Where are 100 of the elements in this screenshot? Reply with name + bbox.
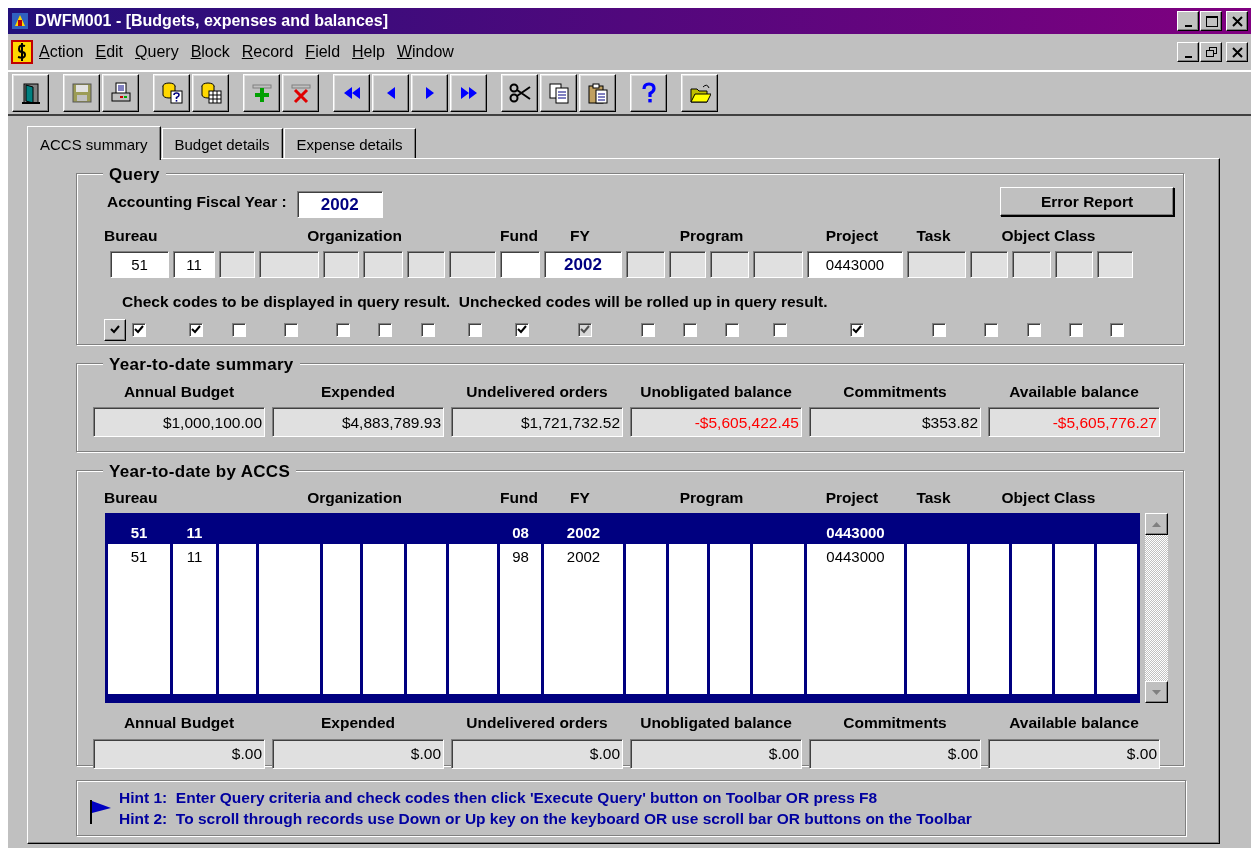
next-record-button[interactable] bbox=[411, 74, 448, 112]
field-label: Available balance bbox=[1009, 383, 1139, 400]
error-report-button[interactable]: Error Report bbox=[1000, 186, 1174, 217]
checkmark-icon bbox=[134, 325, 144, 334]
checkbox[interactable] bbox=[378, 322, 392, 337]
checkbox[interactable] bbox=[1026, 322, 1041, 337]
menu-item[interactable]: Record bbox=[235, 38, 300, 66]
previous-record-button[interactable] bbox=[372, 74, 409, 112]
checkbox[interactable] bbox=[515, 322, 529, 337]
checkbox[interactable] bbox=[132, 322, 146, 337]
enter-query-button[interactable] bbox=[153, 74, 190, 112]
restore-icon bbox=[1203, 45, 1219, 59]
menu-item[interactable]: Field bbox=[299, 38, 347, 66]
column-header: Program bbox=[679, 489, 744, 506]
checkbox[interactable] bbox=[284, 322, 298, 337]
input-field[interactable]: 2002 bbox=[544, 251, 622, 279]
value-field: $353.82 bbox=[809, 407, 981, 438]
menu-item[interactable]: Block bbox=[184, 38, 236, 66]
table-cell-text: 2002 bbox=[565, 523, 602, 544]
column-header: Task bbox=[916, 489, 951, 506]
maximize-button[interactable] bbox=[1200, 11, 1222, 31]
value-field: $.00 bbox=[988, 738, 1160, 769]
flag-icon bbox=[89, 798, 113, 824]
insert-record-button[interactable] bbox=[243, 74, 280, 112]
open-button[interactable] bbox=[681, 74, 718, 112]
checkbox[interactable] bbox=[336, 322, 350, 337]
checkbox[interactable] bbox=[850, 322, 864, 337]
print-button[interactable] bbox=[102, 74, 139, 112]
value-field: $.00 bbox=[451, 738, 623, 769]
checkbox[interactable] bbox=[773, 322, 787, 337]
checkbox[interactable] bbox=[1069, 322, 1083, 337]
checkbox[interactable] bbox=[1110, 322, 1124, 337]
input-field[interactable]: 11 bbox=[173, 251, 215, 279]
help-button[interactable] bbox=[630, 74, 667, 112]
plus-icon bbox=[250, 82, 273, 104]
menu-item[interactable]: Help bbox=[346, 38, 391, 66]
menu-item[interactable]: Edit bbox=[89, 38, 130, 66]
checkmark-icon bbox=[191, 325, 201, 334]
table-cell-text: 08 bbox=[511, 523, 530, 544]
restore-button[interactable] bbox=[1200, 42, 1222, 62]
close-button[interactable] bbox=[1226, 42, 1248, 62]
field-label: Commitments bbox=[843, 383, 947, 400]
scrollbar[interactable] bbox=[1145, 513, 1168, 704]
close-button[interactable] bbox=[1226, 11, 1248, 31]
scissors-icon bbox=[508, 82, 531, 104]
checkbox[interactable] bbox=[682, 322, 697, 337]
delete-record-button[interactable] bbox=[282, 74, 319, 112]
execute-query-button[interactable] bbox=[192, 74, 229, 112]
minimize-button[interactable] bbox=[1177, 11, 1199, 31]
checkbox[interactable] bbox=[984, 322, 998, 337]
value-field: -$5,605,422.45 bbox=[630, 407, 802, 438]
checkbox[interactable] bbox=[232, 322, 246, 337]
checkbox[interactable] bbox=[931, 322, 946, 337]
input-field[interactable] bbox=[500, 251, 540, 279]
column-header: Object Class bbox=[1001, 489, 1096, 506]
exit-button[interactable] bbox=[12, 74, 49, 112]
table-cell: 0443000 bbox=[807, 544, 904, 695]
checkmark-icon bbox=[852, 325, 862, 334]
input-field[interactable]: 0443000 bbox=[807, 251, 903, 279]
checkbox[interactable] bbox=[467, 322, 482, 337]
menu-item[interactable]: Query bbox=[129, 38, 185, 66]
close-icon bbox=[1229, 45, 1245, 59]
field-label: Unobligated balance bbox=[640, 714, 792, 732]
clipboard-icon bbox=[586, 82, 609, 104]
table-cell: 2002 bbox=[544, 544, 623, 695]
scroll-down-button[interactable] bbox=[1145, 681, 1168, 704]
last-record-button[interactable] bbox=[450, 74, 487, 112]
cut-button[interactable] bbox=[501, 74, 538, 112]
input-field[interactable]: 2002 bbox=[296, 191, 383, 218]
copy-icon bbox=[547, 82, 570, 104]
value-field: $.00 bbox=[630, 738, 802, 769]
column-header: FY bbox=[570, 227, 590, 244]
menu-item[interactable]: Action bbox=[33, 38, 90, 66]
database-grid-icon bbox=[199, 82, 222, 104]
tab[interactable]: ACCS summary bbox=[27, 126, 161, 160]
tab[interactable]: Expense details bbox=[283, 128, 416, 158]
field-label: Undelivered orders bbox=[466, 383, 608, 400]
column-header: Project bbox=[825, 489, 879, 506]
close-icon bbox=[1229, 14, 1245, 28]
checkbox[interactable] bbox=[640, 322, 655, 337]
minimize-button[interactable] bbox=[1177, 42, 1199, 62]
instruction-text: Check codes to be displayed in query result. Unchecked codes will be rolled up in query result. bbox=[122, 292, 829, 313]
minimize-icon bbox=[1184, 55, 1192, 58]
checkbox[interactable] bbox=[421, 322, 435, 337]
field-label: Undelivered orders bbox=[466, 714, 608, 732]
input-field[interactable]: 51 bbox=[110, 251, 169, 279]
column-header: Program bbox=[679, 227, 744, 244]
paste-button[interactable] bbox=[579, 74, 616, 112]
tab[interactable]: Budget details bbox=[161, 128, 283, 158]
checkbox[interactable] bbox=[189, 322, 203, 337]
checkbox[interactable] bbox=[724, 322, 739, 337]
hint-text: Hint 1: Enter Query criteria and check codes then click 'Execute Query' button on Toolbar OR press F8 bbox=[119, 788, 879, 808]
first-record-button[interactable] bbox=[333, 74, 370, 112]
value-field: $.00 bbox=[809, 738, 981, 769]
menu-item[interactable]: Window bbox=[390, 38, 460, 66]
copy-button[interactable] bbox=[540, 74, 577, 112]
folder-icon bbox=[688, 82, 711, 104]
scroll-up-button[interactable] bbox=[1145, 513, 1168, 536]
check-all-button[interactable] bbox=[104, 318, 126, 341]
field-label: Annual Budget bbox=[123, 383, 235, 400]
